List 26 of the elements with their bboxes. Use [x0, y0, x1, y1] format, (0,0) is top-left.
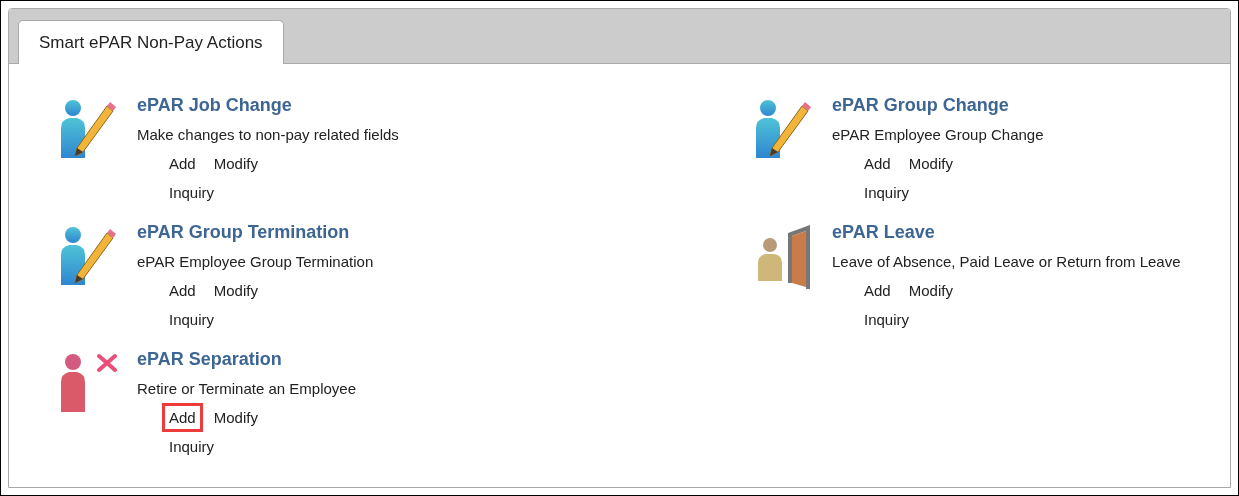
action-link[interactable]: Add — [162, 403, 203, 432]
action-link[interactable]: Add — [857, 276, 898, 305]
action-title-link[interactable]: ePAR Leave — [832, 217, 1181, 247]
action-link[interactable]: Inquiry — [162, 305, 222, 334]
action-link[interactable]: Add — [857, 149, 898, 178]
action-link[interactable]: Inquiry — [162, 432, 222, 461]
action-link[interactable]: Add — [162, 149, 203, 178]
action-link[interactable]: Inquiry — [857, 305, 917, 334]
action-link[interactable]: Modify — [901, 149, 960, 178]
action-description: ePAR Employee Group Change — [832, 125, 1044, 145]
tab[interactable]: Smart ePAR Non-Pay Actions — [18, 20, 284, 64]
action-description: Make changes to non-pay related fields — [137, 125, 399, 145]
action-title-link[interactable]: ePAR Separation — [137, 344, 356, 374]
action-title-link[interactable]: ePAR Job Change — [137, 90, 399, 120]
action-description: ePAR Employee Group Termination — [137, 252, 374, 272]
action-link[interactable]: Modify — [206, 149, 265, 178]
action-description: Leave of Absence, Paid Leave or Return from Leave — [832, 252, 1181, 272]
action-link[interactable]: Add — [162, 276, 203, 305]
action-link[interactable]: Inquiry — [162, 178, 222, 207]
action-title-link[interactable]: ePAR Group Change — [832, 90, 1044, 120]
action-description: Retire or Terminate an Employee — [137, 379, 356, 399]
action-link[interactable]: Inquiry — [857, 178, 917, 207]
action-link[interactable]: Modify — [901, 276, 960, 305]
action-link[interactable]: Modify — [206, 403, 265, 432]
action-title-link[interactable]: ePAR Group Termination — [137, 217, 374, 247]
action-link[interactable]: Modify — [206, 276, 265, 305]
